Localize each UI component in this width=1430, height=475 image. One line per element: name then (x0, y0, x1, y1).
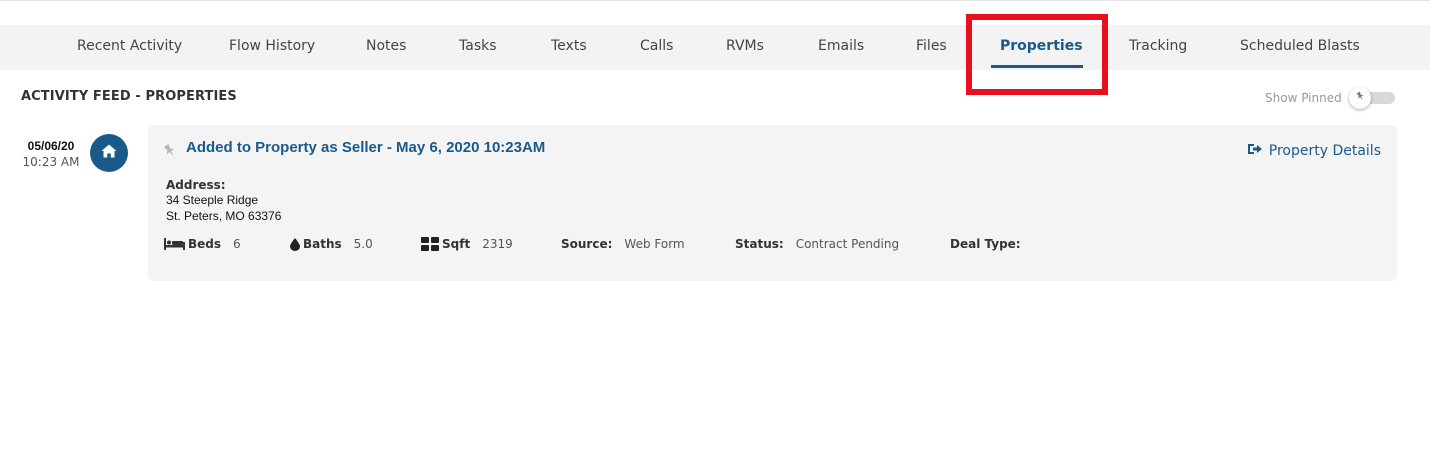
sqft-stat: Sqft 2319 (421, 236, 513, 252)
tab-recent-activity[interactable]: Recent Activity (77, 25, 182, 70)
timeline-badge (90, 134, 128, 172)
pin-icon (1355, 89, 1366, 107)
beds-stat: Beds 6 (164, 236, 241, 252)
property-details-link[interactable]: Property Details (1247, 142, 1381, 160)
property-details-label: Property Details (1268, 143, 1381, 159)
entry-date: 05/06/20 10:23 AM (20, 139, 82, 169)
pin-icon[interactable] (162, 143, 178, 164)
tab-files[interactable]: Files (916, 25, 947, 70)
source-label: Source: (561, 237, 613, 251)
deal-type-stat: Deal Type: (950, 236, 1033, 252)
tab-notes[interactable]: Notes (366, 25, 406, 70)
entry-date-day: 05/06/20 (27, 139, 75, 153)
beds-label: Beds (188, 237, 222, 251)
address-line-1: 34 Steeple Ridge (166, 193, 259, 207)
highlight-box (966, 14, 1108, 95)
tab-scheduled-blasts[interactable]: Scheduled Blasts (1240, 25, 1360, 70)
tab-emails[interactable]: Emails (818, 25, 864, 70)
tab-texts[interactable]: Texts (551, 25, 587, 70)
activity-card: Added to Property as Seller - May 6, 202… (148, 125, 1397, 281)
status-stat: Status: Contract Pending (735, 236, 899, 252)
deal-type-label: Deal Type: (950, 237, 1021, 251)
show-pinned-toggle[interactable] (1349, 87, 1397, 109)
entry-date-time: 10:23 AM (22, 155, 80, 169)
baths-stat: Baths 5.0 (290, 236, 373, 252)
source-value: Web Form (624, 237, 685, 251)
baths-value: 5.0 (353, 237, 373, 251)
water-drop-icon (290, 237, 300, 251)
status-label: Status: (735, 237, 784, 251)
source-stat: Source: Web Form (561, 236, 685, 252)
toggle-knob (1349, 87, 1371, 109)
section-title: ACTIVITY FEED - PROPERTIES (21, 89, 237, 104)
beds-value: 6 (233, 237, 241, 251)
address-label: Address: (166, 178, 226, 192)
home-icon (101, 144, 117, 163)
bed-icon (164, 238, 185, 250)
top-divider (0, 0, 1430, 1)
show-pinned-label: Show Pinned (1265, 91, 1342, 105)
activity-title[interactable]: Added to Property as Seller - May 6, 202… (186, 139, 545, 156)
tab-calls[interactable]: Calls (640, 25, 673, 70)
external-link-icon (1247, 142, 1263, 160)
address-line-2: St. Peters, MO 63376 (166, 209, 282, 223)
grid-icon (421, 237, 439, 251)
status-value: Contract Pending (795, 237, 900, 251)
tab-bar: Recent Activity Flow History Notes Tasks… (0, 25, 1430, 70)
tab-tasks[interactable]: Tasks (459, 25, 497, 70)
tab-flow-history[interactable]: Flow History (229, 25, 315, 70)
tab-tracking[interactable]: Tracking (1129, 25, 1187, 70)
tab-rvms[interactable]: RVMs (726, 25, 764, 70)
baths-label: Baths (303, 237, 342, 251)
sqft-label: Sqft (442, 237, 471, 251)
sqft-value: 2319 (482, 237, 513, 251)
